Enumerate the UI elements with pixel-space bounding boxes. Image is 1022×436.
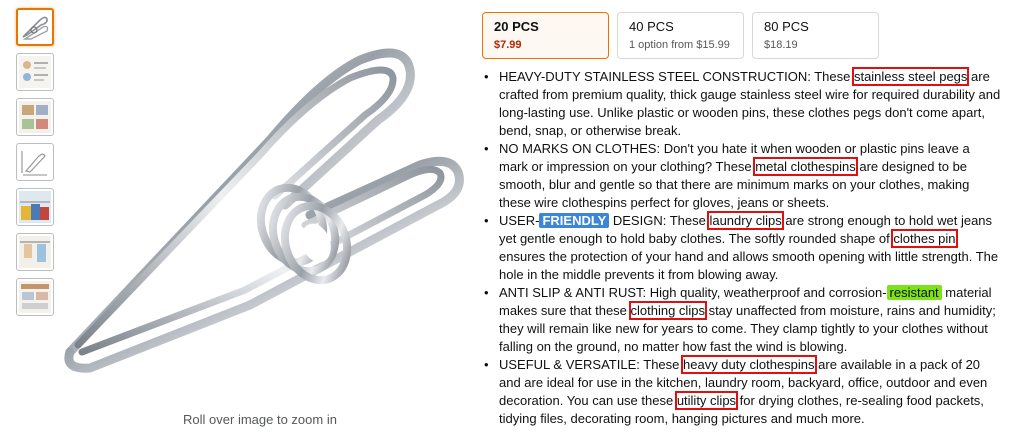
keyword-highlight: clothing clips — [628, 301, 707, 320]
bullet-item: ANTI SLIP & ANTI RUST: High quality, wea… — [482, 284, 1002, 356]
thumbnail-lifestyle-photo[interactable] — [16, 188, 54, 226]
bullet-text: HEAVY-DUTY STAINLESS STEEL CONSTRUCTION:… — [499, 69, 854, 84]
keyword-highlight: clothes pin — [891, 229, 958, 248]
keyword-highlight: stainless steel pegs — [851, 67, 970, 86]
bullet-text: USER- — [499, 213, 540, 228]
bullet-item: USEFUL & VERSATILE: These heavy duty clo… — [482, 355, 1002, 428]
thumbnail-strip — [16, 8, 54, 323]
bullet-item: NO MARKS ON CLOTHES: Don't you hate it w… — [482, 140, 1002, 212]
variation-name: 40 PCS — [629, 19, 674, 34]
main-product-image[interactable] — [60, 0, 470, 405]
photo-icon — [19, 191, 51, 223]
zoom-hint: Roll over image to zoom in — [183, 412, 337, 427]
friendly-badge: FRIENDLY — [539, 213, 610, 228]
infographic-icon — [19, 101, 51, 133]
bullet-text: ANTI SLIP & ANTI RUST: High quality, wea… — [499, 285, 887, 300]
variation-name: 80 PCS — [764, 19, 809, 34]
thumbnail-usage-infographic[interactable] — [16, 98, 54, 136]
bullet-item: HEAVY-DUTY STAINLESS STEEL CONSTRUCTION:… — [482, 67, 1002, 140]
variation-40-pcs[interactable]: 40 PCS 1 option from $15.99 — [617, 12, 744, 59]
thumbnail-hanging-photo[interactable] — [16, 233, 54, 271]
bullet-text: USEFUL & VERSATILE: These — [499, 357, 683, 372]
keyword-highlight: utility clips — [674, 391, 739, 410]
thumbnail-clip-photo[interactable] — [16, 8, 54, 46]
variation-name: 20 PCS — [494, 19, 539, 34]
feature-bullets: HEAVY-DUTY STAINLESS STEEL CONSTRUCTION:… — [482, 67, 1002, 428]
stainless-steel-clip-image — [64, 48, 464, 373]
resistant-badge: resistant — [886, 285, 942, 300]
thumbnail-dimension-diagram[interactable] — [16, 143, 54, 181]
variation-price: $7.99 — [494, 39, 522, 51]
variation-80-pcs[interactable]: 80 PCS $18.19 — [752, 12, 879, 59]
bullet-text: DESIGN: These — [609, 213, 710, 228]
size-variations: 20 PCS $7.99 40 PCS 1 option from $15.99… — [482, 12, 879, 59]
keyword-highlight: laundry clips — [707, 211, 784, 230]
bullet-text: ensures the protection of your hand and … — [499, 249, 999, 282]
variation-price: $18.19 — [764, 39, 798, 51]
infographic-icon — [19, 56, 51, 88]
keyword-highlight: heavy duty clothespins — [681, 355, 817, 374]
variation-20-pcs[interactable]: 20 PCS $7.99 — [482, 12, 609, 59]
keyword-highlight: metal clothespins — [753, 157, 858, 176]
thumbnail-feature-infographic[interactable] — [16, 53, 54, 91]
infographic-icon — [19, 281, 51, 313]
clip-icon — [22, 16, 49, 40]
variation-price: 1 option from $15.99 — [629, 39, 730, 51]
diagram-icon — [19, 146, 51, 178]
photo-icon — [19, 236, 51, 268]
thumbnail-comparison-infographic[interactable] — [16, 278, 54, 316]
bullet-item: USER-FRIENDLY DESIGN: These laundry clip… — [482, 211, 1002, 284]
